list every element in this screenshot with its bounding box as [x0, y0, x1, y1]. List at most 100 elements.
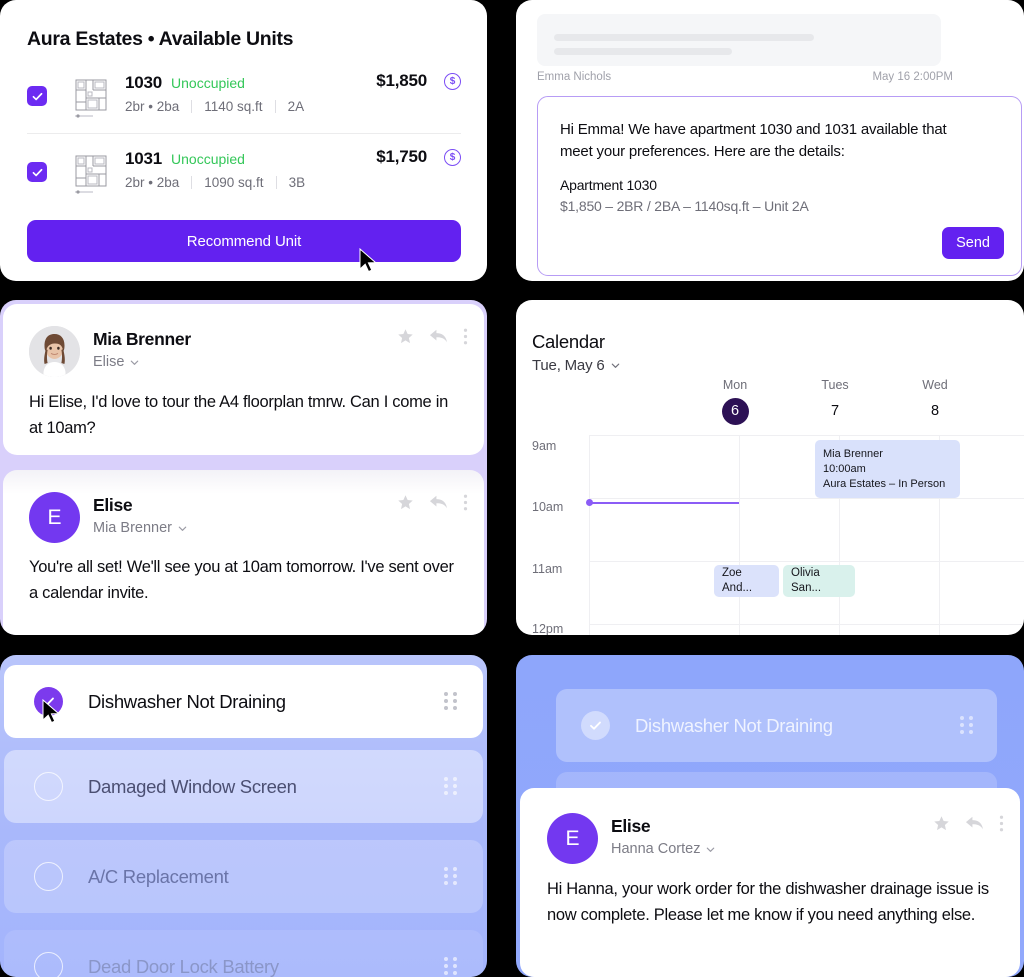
task-label: Dead Door Lock Battery	[88, 955, 279, 977]
message-card[interactable]: E Elise Mia Brenner You're all set! We'l…	[3, 470, 484, 635]
divider	[274, 100, 276, 113]
more-vertical-icon[interactable]	[463, 494, 468, 511]
star-icon[interactable]	[397, 328, 414, 345]
calendar-day-header[interactable]: Mon 6	[689, 378, 781, 425]
messages-panel: Mia Brenner Elise Hi Elise, I'd love to …	[0, 300, 487, 635]
compose-message-panel: Emma Nichols May 16 2:00PM Hi Emma! We h…	[516, 0, 1024, 281]
table-row[interactable]: 1031 Unoccupied 2br • 2ba 1090 sq.ft 3B …	[27, 146, 461, 202]
calendar-event[interactable]: Olivia San...	[783, 565, 855, 597]
day-of-week-label: Wed	[922, 378, 948, 392]
contact-name: Emma Nichols	[537, 71, 612, 83]
unit-checkbox[interactable]	[27, 86, 47, 106]
task-checkbox[interactable]	[581, 711, 610, 740]
task-label: A/C Replacement	[88, 865, 229, 887]
drag-handle-icon[interactable]	[444, 692, 457, 711]
compose-textarea[interactable]: Hi Emma! We have apartment 1030 and 1031…	[537, 96, 1022, 276]
list-item[interactable]: Dead Door Lock Battery	[4, 930, 483, 977]
list-item[interactable]: Damaged Window Screen	[4, 750, 483, 823]
calendar-day-header[interactable]: Wed 8	[889, 378, 981, 425]
grid-line	[589, 498, 1024, 499]
drag-handle-icon[interactable]	[444, 777, 457, 796]
reply-icon[interactable]	[965, 815, 984, 832]
message-sender: Elise	[611, 816, 651, 836]
message-body: Hi Elise, I'd love to tour the A4 floorp…	[29, 393, 448, 437]
grid-line	[739, 435, 740, 635]
grid-line	[589, 624, 1024, 625]
drag-handle-icon[interactable]	[444, 957, 457, 976]
avatar	[29, 326, 80, 377]
current-time-dot	[586, 499, 593, 506]
timestamp: May 16 2:00PM	[872, 71, 953, 83]
message-actions	[397, 328, 468, 345]
reply-icon[interactable]	[429, 494, 448, 511]
available-units-panel: Aura Estates • Available Units 1030 Unoc…	[0, 0, 487, 281]
task-checkbox[interactable]	[34, 772, 63, 801]
more-vertical-icon[interactable]	[463, 328, 468, 345]
mouse-cursor-icon	[42, 699, 60, 724]
task-label: Damaged Window Screen	[88, 775, 297, 797]
message-card[interactable]: Mia Brenner Elise Hi Elise, I'd love to …	[3, 304, 484, 455]
drag-handle-icon[interactable]	[960, 716, 973, 735]
day-number: 8	[930, 403, 940, 419]
unit-code: 2A	[287, 99, 305, 114]
date-selector[interactable]: Tue, May 6	[532, 357, 621, 374]
calendar-event[interactable]: Mia Brenner 10:00am Aura Estates – In Pe…	[815, 440, 960, 498]
star-icon[interactable]	[933, 815, 950, 832]
event-title: Olivia San...	[791, 567, 822, 594]
avatar: E	[29, 492, 80, 543]
message-recipient[interactable]: Elise	[93, 354, 140, 370]
more-vertical-icon[interactable]	[999, 815, 1004, 832]
table-row[interactable]: 1030 Unoccupied 2br • 2ba 1140 sq.ft 2A …	[27, 70, 461, 126]
unit-identity: 1030 Unoccupied	[125, 73, 245, 93]
message-recipient[interactable]: Hanna Cortez	[611, 841, 716, 857]
calendar-event[interactable]: Zoe And...	[714, 565, 779, 597]
compose-greeting: Hi Emma! We have apartment 1030 and 1031…	[560, 121, 947, 160]
calendar-day-header[interactable]: Tues 7	[789, 378, 881, 425]
divider	[191, 100, 193, 113]
unit-number: 1031	[125, 149, 163, 168]
message-card[interactable]: E Elise Hanna Cortez Hi Hanna, your work…	[520, 788, 1020, 977]
event-time: 10:00am	[823, 463, 866, 475]
message-recipient[interactable]: Mia Brenner	[93, 520, 188, 536]
day-of-week-label: Mon	[722, 378, 748, 392]
skeleton-line	[554, 48, 732, 55]
star-icon[interactable]	[397, 494, 414, 511]
selected-date-label: Tue, May 6	[532, 357, 605, 374]
tasks-panel: Dishwasher Not Draining Damaged Window S…	[0, 655, 487, 977]
time-label: 10am	[532, 500, 564, 514]
unit-size: 1140 sq.ft	[204, 99, 263, 114]
message-body: You're all set! We'll see you at 10am to…	[29, 558, 454, 602]
unit-price: $1,850	[376, 71, 427, 90]
list-item[interactable]: Dishwasher Not Draining	[556, 689, 997, 762]
chevron-down-icon	[707, 847, 715, 852]
unit-beds: 2br • 2ba	[125, 175, 180, 190]
day-number: 6	[721, 398, 749, 425]
current-time-indicator	[589, 502, 739, 504]
compose-apartment-detail: $1,850 – 2BR / 2BA – 1140sq.ft – Unit 2A	[560, 198, 809, 214]
task-checkbox[interactable]	[34, 862, 63, 891]
chevron-down-icon	[612, 363, 620, 368]
dollar-icon: $	[444, 149, 461, 166]
task-checkbox[interactable]	[34, 952, 63, 977]
message-recipient-label: Elise	[93, 354, 125, 370]
message-skeleton-placeholder	[537, 14, 941, 66]
task-label: Dishwasher Not Draining	[635, 714, 833, 736]
message-sender: Elise	[93, 495, 133, 515]
divider	[27, 133, 461, 134]
reply-icon[interactable]	[429, 328, 448, 345]
send-button[interactable]: Send	[942, 227, 1004, 259]
unit-checkbox[interactable]	[27, 162, 47, 182]
list-item[interactable]: A/C Replacement	[4, 840, 483, 913]
drag-handle-icon[interactable]	[444, 867, 457, 886]
grid-line	[589, 561, 1024, 562]
day-of-week-label: Tues	[821, 378, 849, 392]
divider	[275, 176, 277, 189]
status-badge: Unoccupied	[171, 75, 245, 91]
status-badge: Unoccupied	[171, 151, 245, 167]
grid-line	[589, 435, 590, 635]
list-item[interactable]: Dishwasher Not Draining	[4, 665, 483, 738]
event-title: Zoe And...	[722, 567, 753, 594]
recommend-unit-button[interactable]: Recommend Unit	[27, 220, 461, 262]
unit-size: 1090 sq.ft	[204, 175, 264, 190]
event-location: Aura Estates – In Person	[823, 478, 946, 490]
